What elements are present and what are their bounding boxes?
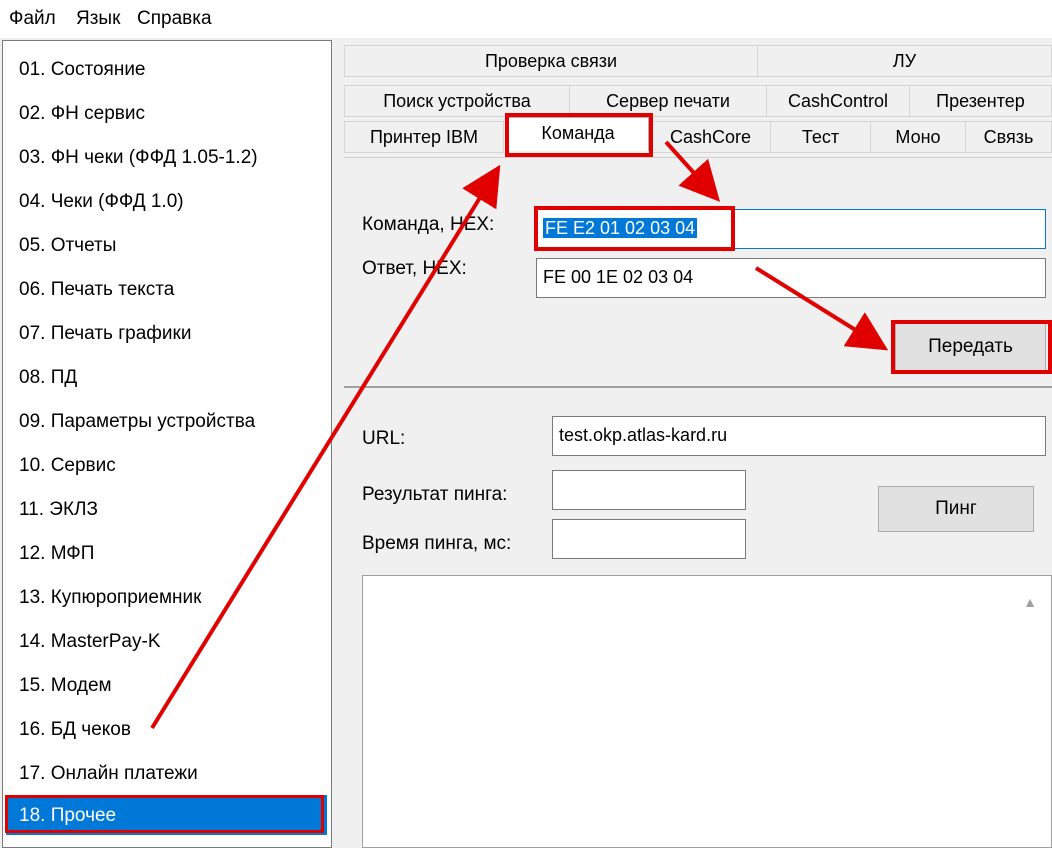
section-list: 01. Состояние 02. ФН сервис 03. ФН чеки …	[2, 40, 332, 848]
nav-item-15[interactable]: 15. Модем	[19, 675, 112, 697]
highlight-frame-command-input	[534, 206, 735, 251]
ping-button[interactable]: Пинг	[878, 486, 1034, 532]
ping-time-input[interactable]	[552, 519, 746, 559]
nav-item-05[interactable]: 05. Отчеты	[19, 235, 116, 257]
response-hex-input[interactable]: FE 00 1E 02 03 04	[536, 258, 1046, 298]
highlight-frame-selected-item	[5, 795, 324, 833]
highlight-frame-command-tab	[505, 113, 653, 157]
nav-item-03[interactable]: 03. ФН чеки (ФФД 1.05-1.2)	[19, 147, 258, 169]
url-input[interactable]: test.okp.atlas-kard.ru	[552, 416, 1046, 456]
tab-connection-check[interactable]: Проверка связи	[344, 45, 758, 77]
nav-item-16[interactable]: 16. БД чеков	[19, 719, 131, 741]
highlight-frame-send-button	[891, 320, 1052, 374]
nav-item-10[interactable]: 10. Сервис	[19, 455, 116, 477]
tab-link[interactable]: Связь	[965, 121, 1052, 153]
tab-presenter[interactable]: Презентер	[909, 85, 1052, 117]
menu-bar: Файл Язык Справка	[0, 0, 1052, 38]
output-textarea[interactable]: ▲	[362, 575, 1052, 848]
nav-item-09[interactable]: 09. Параметры устройства	[19, 411, 255, 433]
menu-language[interactable]: Язык	[76, 8, 120, 30]
nav-item-12[interactable]: 12. МФП	[19, 543, 94, 565]
nav-item-08[interactable]: 08. ПД	[19, 367, 77, 389]
nav-item-06[interactable]: 06. Печать текста	[19, 279, 174, 301]
nav-item-14[interactable]: 14. MasterPay-K	[19, 631, 161, 653]
ping-time-label: Время пинга, мс:	[362, 533, 512, 554]
tab-test[interactable]: Тест	[770, 121, 871, 153]
nav-item-11[interactable]: 11. ЭКЛЗ	[19, 499, 98, 521]
nav-item-07[interactable]: 07. Печать графики	[19, 323, 191, 345]
menu-file[interactable]: Файл	[9, 8, 56, 30]
tab-mono[interactable]: Моно	[870, 121, 966, 153]
tab-lu[interactable]: ЛУ	[757, 45, 1052, 77]
ping-result-input[interactable]	[552, 470, 746, 510]
nav-item-13[interactable]: 13. Купюроприемник	[19, 587, 201, 609]
nav-item-02[interactable]: 02. ФН сервис	[19, 103, 145, 125]
tab-cashcore[interactable]: CashCore	[650, 121, 771, 153]
url-label: URL:	[362, 428, 406, 449]
tab-cashcontrol[interactable]: CashControl	[766, 85, 910, 117]
nav-item-01[interactable]: 01. Состояние	[19, 59, 146, 81]
tab-strip: Проверка связи ЛУ Поиск устройства Серве…	[341, 45, 1052, 155]
menu-help[interactable]: Справка	[137, 8, 212, 30]
nav-item-04[interactable]: 04. Чеки (ФФД 1.0)	[19, 191, 184, 213]
response-hex-label: Ответ, HEX:	[362, 258, 467, 279]
scroll-up-icon[interactable]: ▲	[1023, 594, 1037, 610]
ping-result-label: Результат пинга:	[362, 484, 508, 505]
command-hex-label: Команда, HEX:	[362, 214, 495, 235]
tab-printer-ibm[interactable]: Принтер IBM	[344, 121, 504, 153]
nav-item-17[interactable]: 17. Онлайн платежи	[19, 763, 198, 785]
panel-separator	[344, 386, 1052, 388]
